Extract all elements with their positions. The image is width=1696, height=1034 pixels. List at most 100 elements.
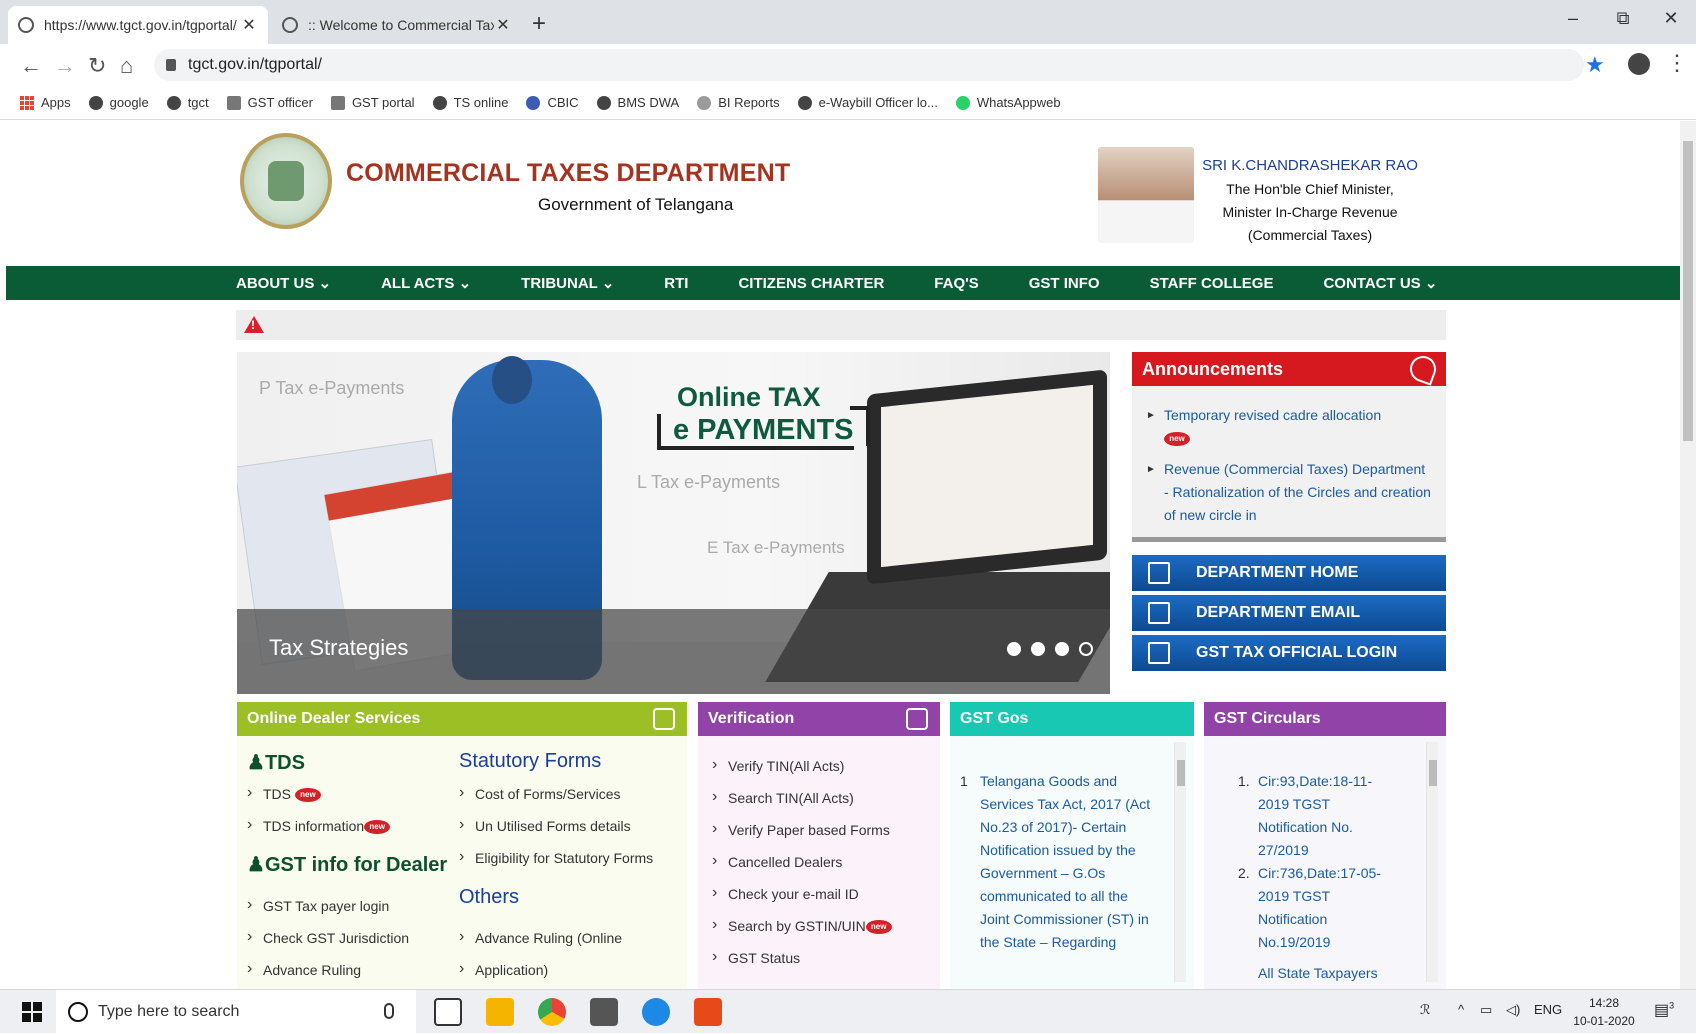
- address-input[interactable]: tgct.gov.in/tgportal/: [154, 49, 1584, 81]
- people-icon[interactable]: ℛ: [1420, 1002, 1430, 1018]
- scrollbar[interactable]: [1426, 742, 1438, 982]
- bookmark-gst-officer[interactable]: GST officer: [226, 95, 313, 110]
- nav-about-us[interactable]: ABOUT US ⌄: [236, 274, 331, 292]
- browser-tab-strip: https://www.tgct.gov.in/tgportal/ ✕ :: W…: [0, 0, 1696, 44]
- nav-citizens-charter[interactable]: CITIZENS CHARTER: [738, 275, 884, 292]
- link-advance-ruling[interactable]: Advance Ruling: [247, 960, 361, 978]
- card-header: Verification: [698, 702, 940, 736]
- notifications-icon[interactable]: ▤3: [1654, 1000, 1674, 1020]
- circular-item[interactable]: All State Taxpayers: [1258, 962, 1398, 985]
- link-eligibility-forms[interactable]: Eligibility for Statutory Forms: [459, 848, 653, 866]
- new-badge-icon: new: [364, 820, 391, 835]
- tab-commercial-taxes[interactable]: :: Welcome to Commercial Taxes ✕: [272, 6, 522, 44]
- globe-icon: [88, 95, 103, 110]
- scrollbar[interactable]: [1174, 742, 1186, 982]
- windows-start-icon[interactable]: [22, 1002, 42, 1022]
- bookmark-google[interactable]: google: [88, 95, 149, 110]
- main-nav: ABOUT US ⌄ ALL ACTS ⌄ TRIBUNAL ⌄ RTI CIT…: [6, 266, 1682, 300]
- bookmark-ewaybill[interactable]: e-Waybill Officer lo...: [797, 95, 938, 110]
- office-icon[interactable]: [694, 998, 722, 1026]
- globe-icon: [18, 17, 34, 33]
- slider-dot[interactable]: [1079, 642, 1093, 656]
- nav-rti[interactable]: RTI: [664, 275, 688, 292]
- slider-dot[interactable]: [1031, 642, 1045, 656]
- restore-button[interactable]: ⧉: [1608, 8, 1638, 29]
- nav-contact-us[interactable]: CONTACT US ⌄: [1323, 274, 1437, 292]
- announcement-link[interactable]: Temporary revised cadre allocation new: [1132, 404, 1432, 450]
- link-check-email[interactable]: Check your e-mail ID: [712, 884, 859, 902]
- back-arrow-icon[interactable]: ←: [20, 53, 42, 79]
- bookmark-whatsapp[interactable]: WhatsAppweb: [955, 95, 1061, 110]
- bookmark-tgct[interactable]: tgct: [166, 95, 209, 110]
- link-advance-ruling-online[interactable]: Advance Ruling (Online: [459, 928, 622, 946]
- bookmarks-bar: Apps google tgct GST officer GST portal …: [0, 86, 1696, 120]
- account-icon[interactable]: [1628, 53, 1650, 75]
- close-window-button[interactable]: ✕: [1656, 8, 1686, 29]
- gos-item[interactable]: 1 Telangana Goods and Services Tax Act, …: [960, 770, 1160, 954]
- forward-arrow-icon[interactable]: →: [54, 53, 76, 79]
- statutory-forms-heading: Statutory Forms: [459, 750, 602, 772]
- bookmark-apps[interactable]: Apps: [20, 95, 71, 110]
- department-email-button[interactable]: DEPARTMENT EMAIL: [1132, 595, 1446, 631]
- internet-explorer-icon[interactable]: [642, 998, 670, 1026]
- page-subtitle: Government of Telangana: [538, 195, 734, 214]
- link-check-gst-jurisdiction[interactable]: Check GST Jurisdiction: [247, 928, 409, 946]
- link-search-tin[interactable]: Search TIN(All Acts): [712, 788, 854, 806]
- link-tds-information[interactable]: TDS informationnew: [247, 816, 391, 835]
- file-explorer-icon[interactable]: [486, 998, 514, 1026]
- department-home-button[interactable]: DEPARTMENT HOME: [1132, 555, 1446, 591]
- tab-title: https://www.tgct.gov.in/tgportal/: [44, 17, 237, 33]
- menu-dots-icon[interactable]: ⋮: [1666, 50, 1688, 76]
- tab-tgct-portal[interactable]: https://www.tgct.gov.in/tgportal/ ✕: [8, 6, 268, 44]
- circular-item[interactable]: 2. Cir:736,Date:17-05-2019 TGST Notifica…: [1238, 862, 1398, 954]
- new-tab-button[interactable]: +: [532, 10, 546, 38]
- reload-icon[interactable]: ↻: [88, 53, 106, 79]
- telangana-emblem-logo[interactable]: [240, 133, 332, 229]
- language-indicator[interactable]: ENG: [1534, 1002, 1562, 1017]
- link-verify-tin[interactable]: Verify TIN(All Acts): [712, 756, 844, 774]
- store-icon[interactable]: [590, 998, 618, 1026]
- taskbar-search-input[interactable]: Type here to search: [56, 990, 416, 1034]
- link-search-gstin[interactable]: Search by GSTIN/UINnew: [712, 916, 892, 935]
- circular-item[interactable]: 1. Cir:93,Date:18-11-2019 TGST Notificat…: [1238, 770, 1398, 862]
- nav-faqs[interactable]: FAQ'S: [934, 275, 978, 292]
- bookmark-bms-dwa[interactable]: BMS DWA: [596, 95, 679, 110]
- link-gst-status[interactable]: GST Status: [712, 948, 800, 966]
- task-view-icon[interactable]: [434, 998, 462, 1026]
- link-cost-of-forms[interactable]: Cost of Forms/Services: [459, 784, 620, 802]
- building-icon: [330, 95, 345, 110]
- nav-gst-info[interactable]: GST INFO: [1029, 275, 1100, 292]
- close-tab-icon[interactable]: ✕: [240, 15, 258, 35]
- search-document-icon: [906, 708, 928, 730]
- close-tab-icon[interactable]: ✕: [494, 15, 512, 35]
- bookmark-star-icon[interactable]: ★: [1585, 52, 1605, 78]
- home-icon[interactable]: ⌂: [120, 53, 133, 79]
- volume-icon[interactable]: ◁): [1506, 1002, 1520, 1018]
- link-verify-paper-forms[interactable]: Verify Paper based Forms: [712, 820, 890, 838]
- slider-dot[interactable]: [1055, 642, 1069, 656]
- hero-slider[interactable]: P Tax e-Payments L Tax e-Payments E Tax …: [237, 352, 1110, 694]
- microphone-icon[interactable]: [384, 1003, 394, 1019]
- chrome-icon[interactable]: [538, 998, 566, 1026]
- dots-icon: [697, 95, 712, 110]
- tray-chevron-icon[interactable]: ^: [1458, 1002, 1464, 1017]
- nav-staff-college[interactable]: STAFF COLLEGE: [1150, 275, 1274, 292]
- gst-official-login-button[interactable]: GST TAX OFFICIAL LOGIN: [1132, 635, 1446, 671]
- nav-all-acts[interactable]: ALL ACTS ⌄: [381, 274, 471, 292]
- link-tds[interactable]: TDS new: [247, 784, 321, 803]
- nav-tribunal[interactable]: TRIBUNAL ⌄: [521, 274, 614, 292]
- bookmark-gst-portal[interactable]: GST portal: [330, 95, 415, 110]
- announcement-link[interactable]: Revenue (Commercial Taxes) Department - …: [1132, 458, 1432, 527]
- network-icon[interactable]: ▭: [1480, 1002, 1492, 1018]
- bookmark-bi-reports[interactable]: BI Reports: [697, 95, 780, 110]
- minimize-button[interactable]: –: [1558, 8, 1588, 29]
- bookmark-ts-online[interactable]: TS online: [432, 95, 508, 110]
- clock[interactable]: 14:28 10-01-2020: [1564, 994, 1644, 1030]
- page-scrollbar[interactable]: [1680, 121, 1696, 989]
- link-gst-taxpayer-login[interactable]: GST Tax payer login: [247, 896, 389, 914]
- link-cancelled-dealers[interactable]: Cancelled Dealers: [712, 852, 842, 870]
- link-unutilised-forms[interactable]: Un Utilised Forms details: [459, 816, 631, 834]
- link-advance-ruling-online-cont[interactable]: Application): [459, 960, 548, 978]
- slider-dot[interactable]: [1007, 642, 1021, 656]
- bookmark-cbic[interactable]: CBIC: [526, 95, 579, 110]
